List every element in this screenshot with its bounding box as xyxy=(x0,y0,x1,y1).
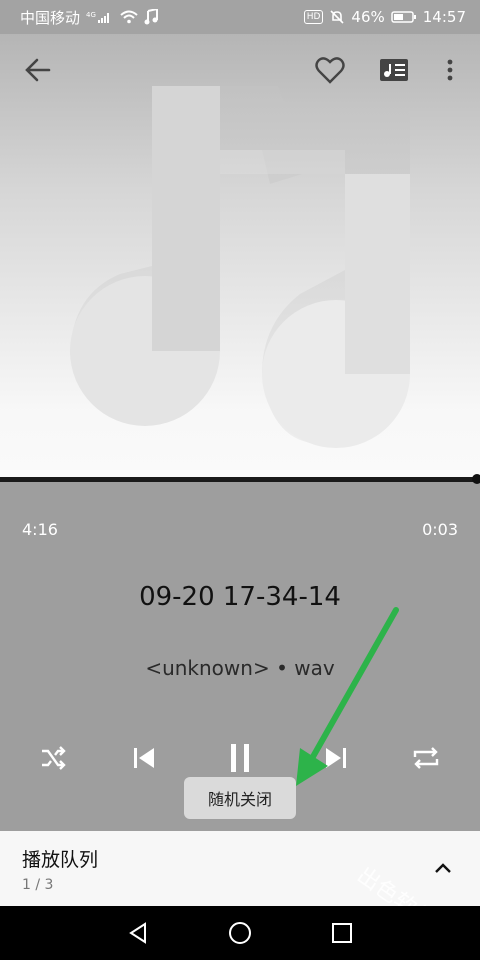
shuffle-off-toast: 随机关闭 xyxy=(184,777,296,819)
triangle-back-icon xyxy=(129,922,146,944)
lyrics-button[interactable] xyxy=(376,52,412,88)
nav-back-button[interactable] xyxy=(123,918,153,948)
more-vert-icon xyxy=(447,59,453,81)
pause-icon xyxy=(231,744,249,772)
heart-icon xyxy=(315,57,345,84)
carrier-label: 中国移动 xyxy=(20,8,81,27)
more-options-button[interactable] xyxy=(432,52,468,88)
shuffle-button[interactable] xyxy=(33,738,73,778)
battery-icon xyxy=(391,10,417,24)
pause-button[interactable] xyxy=(220,738,260,778)
system-nav-bar xyxy=(0,906,480,960)
skip-previous-icon xyxy=(134,748,154,768)
remaining-time: 0:03 xyxy=(422,520,458,539)
mute-bell-icon xyxy=(329,9,345,25)
network-label: 4G xyxy=(86,11,96,19)
lyrics-icon xyxy=(380,59,408,81)
track-meta: <unknown> • wav xyxy=(145,656,335,680)
battery-percent: 46% xyxy=(351,8,385,26)
shuffle-icon xyxy=(42,746,66,770)
repeat-icon xyxy=(413,747,439,769)
nav-home-button[interactable] xyxy=(225,918,255,948)
square-recents-icon xyxy=(332,923,352,943)
clock: 14:57 xyxy=(422,8,466,26)
track-title: 09-20 17-34-14 xyxy=(139,582,341,612)
signal-icon: 4G xyxy=(86,10,114,24)
seek-bar[interactable] xyxy=(0,474,480,484)
queue-count: 1 / 3 xyxy=(22,877,54,893)
nav-recents-button[interactable] xyxy=(327,918,357,948)
music-note-icon xyxy=(144,9,159,25)
previous-button[interactable] xyxy=(124,738,164,778)
circle-home-icon xyxy=(229,922,251,944)
queue-expand-button[interactable] xyxy=(428,853,458,883)
back-button[interactable] xyxy=(20,52,56,88)
hd-icon: HD xyxy=(303,10,324,24)
repeat-button[interactable] xyxy=(406,738,446,778)
favorite-button[interactable] xyxy=(312,52,348,88)
wifi-icon xyxy=(120,10,138,24)
chevron-up-icon xyxy=(435,863,451,873)
back-arrow-icon xyxy=(25,58,51,82)
top-bar xyxy=(0,34,480,104)
next-button[interactable] xyxy=(316,738,356,778)
status-bar: 中国移动 4G HD 46% 14:57 xyxy=(0,0,480,34)
seek-thumb[interactable] xyxy=(472,474,480,484)
elapsed-time: 4:16 xyxy=(22,520,58,539)
queue-title: 播放队列 xyxy=(22,849,99,871)
skip-next-icon xyxy=(326,748,346,768)
